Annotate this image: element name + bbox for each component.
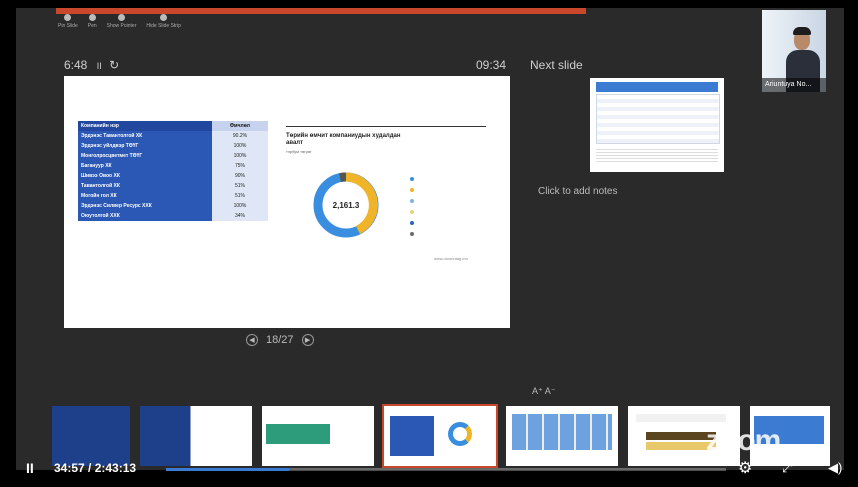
presenter-hair bbox=[793, 27, 811, 35]
participant-name: Ariuntuya No... bbox=[762, 78, 826, 92]
progress-bar[interactable] bbox=[166, 468, 726, 471]
previous-slide-button[interactable]: ◀ bbox=[246, 334, 258, 346]
webcam-tile: Ariuntuya No... bbox=[762, 10, 826, 92]
speaker-notes[interactable]: Click to add notes bbox=[538, 186, 618, 197]
thumb-banner bbox=[266, 424, 330, 444]
table-cell: 75% bbox=[212, 161, 268, 171]
table-row: Эрдэнэс Силвер Ресурс ХХК 100% bbox=[78, 201, 268, 211]
table-cell: 34% bbox=[212, 211, 268, 221]
table-cell: 90.2% bbox=[212, 131, 268, 141]
company-table: Компанийн нэр Өмчлөл Эрдэнэс Тавантолгой… bbox=[78, 121, 268, 221]
legend-item bbox=[410, 217, 414, 228]
elapsed-time: 6:48 bbox=[64, 58, 88, 72]
text-size-controls[interactable]: A⁺ A⁻ bbox=[532, 386, 556, 397]
volume-icon[interactable]: ◀) bbox=[828, 460, 842, 476]
table-cell: 51% bbox=[212, 181, 268, 191]
clock: 09:34 bbox=[476, 58, 507, 72]
legend-item bbox=[410, 228, 414, 239]
legend-item bbox=[410, 173, 414, 184]
thumb-table bbox=[512, 414, 612, 450]
preview-table bbox=[596, 94, 720, 144]
table-cell: Шивээ Овоо ХК bbox=[78, 171, 212, 181]
table-cell: Тавантолгой ХК bbox=[78, 181, 212, 191]
preview-title-band bbox=[596, 82, 718, 92]
video-frame: Pin Slide Pen Show Pointer Hide Slide St… bbox=[0, 0, 858, 487]
slide-navigation: ◀ 18/27 ▶ bbox=[246, 334, 314, 346]
table-cell: 100% bbox=[212, 151, 268, 161]
slide-counter: 18/27 bbox=[266, 334, 294, 346]
pen-button[interactable]: Pen bbox=[88, 14, 97, 29]
table-cell: Эрдэнэс Тавантолгой ХК bbox=[78, 131, 212, 141]
table-cell: 100% bbox=[212, 141, 268, 151]
legend-item bbox=[410, 184, 414, 195]
donut-segment-dark bbox=[339, 172, 347, 183]
table-row: Могойн гол ХК 51% bbox=[78, 191, 268, 201]
table-cell: Оюутолгой ХХК bbox=[78, 211, 212, 221]
table-header-cell: Өмчлөл bbox=[212, 121, 268, 131]
donut-chart-panel: Төрийн өмчит компаниудын худалдан авалт … bbox=[286, 126, 486, 267]
table-row: Монголросцветмет ТӨҮГ 100% bbox=[78, 151, 268, 161]
table-cell: Монголросцветмет ТӨҮГ bbox=[78, 151, 212, 161]
timer-pause-icon[interactable]: II bbox=[97, 61, 102, 71]
progress-fill bbox=[166, 468, 290, 471]
table-cell: Эрдэнэс уйлдвэр ТӨҮГ bbox=[78, 141, 212, 151]
next-slide-label: Next slide bbox=[530, 58, 583, 72]
video-controls: II 34:57 / 2:43:13 ⚙ ⤢ ◀) bbox=[0, 454, 858, 487]
pin-icon bbox=[64, 14, 72, 21]
zoom-watermark: zoom bbox=[706, 424, 781, 457]
table-cell: Могойн гол ХК bbox=[78, 191, 212, 201]
thumb-header bbox=[636, 414, 726, 422]
thumb-donut bbox=[448, 422, 472, 446]
presenter-toolbar: Pin Slide Pen Show Pointer Hide Slide St… bbox=[58, 14, 181, 29]
table-cell: 51% bbox=[212, 191, 268, 201]
settings-gear-icon[interactable]: ⚙ bbox=[738, 458, 752, 478]
donut-chart: 2,161.3 bbox=[313, 172, 379, 238]
next-slide-preview[interactable] bbox=[590, 78, 724, 172]
legend-item bbox=[410, 206, 414, 217]
elapsed-timer: 6:48 II ↻ bbox=[64, 58, 119, 72]
preview-footnote bbox=[596, 148, 718, 162]
pin-slide-button[interactable]: Pin Slide bbox=[58, 14, 78, 29]
table-row: Эрдэнэс уйлдвэр ТӨҮГ 100% bbox=[78, 141, 268, 151]
table-row: Тавантолгой ХК 51% bbox=[78, 181, 268, 191]
legend-item bbox=[410, 195, 414, 206]
current-slide: Компанийн нэр Өмчлөл Эрдэнэс Тавантолгой… bbox=[64, 76, 510, 328]
thumb-table bbox=[390, 416, 434, 456]
table-cell: Эрдэнэс Силвер Ресурс ХХК bbox=[78, 201, 212, 211]
donut-center-value: 2,161.3 bbox=[333, 201, 360, 210]
fullscreen-icon[interactable]: ⤢ bbox=[782, 460, 792, 476]
table-row: Эрдэнэс Тавантолгой ХК 90.2% bbox=[78, 131, 268, 141]
table-cell: 90% bbox=[212, 171, 268, 181]
table-row: Багануур ХК 75% bbox=[78, 161, 268, 171]
table-cell: Багануур ХК bbox=[78, 161, 212, 171]
chart-legend bbox=[410, 173, 414, 239]
table-header-cell: Компанийн нэр bbox=[78, 121, 212, 131]
pointer-icon bbox=[118, 14, 126, 21]
show-pointer-button[interactable]: Show Pointer bbox=[107, 14, 136, 29]
table-row: Шивээ Овоо ХК 90% bbox=[78, 171, 268, 181]
playback-time: 34:57 / 2:43:13 bbox=[54, 461, 137, 475]
chart-subtitle: тэрбум төгрөг bbox=[286, 149, 312, 154]
hide-slide-strip-button[interactable]: Hide Slide Strip bbox=[146, 14, 181, 29]
chart-title: Төрийн өмчит компаниудын худалдан авалт bbox=[286, 133, 401, 146]
slide-footer: www.olonnutag.mn bbox=[434, 256, 468, 261]
table-cell: 100% bbox=[212, 201, 268, 211]
pen-icon bbox=[88, 14, 96, 21]
timer-restart-icon[interactable]: ↻ bbox=[109, 58, 119, 72]
table-row: Оюутолгой ХХК 34% bbox=[78, 211, 268, 221]
next-slide-button[interactable]: ▶ bbox=[301, 334, 314, 346]
pause-button[interactable]: II bbox=[26, 460, 34, 476]
table-header-row: Компанийн нэр Өмчлөл bbox=[78, 121, 268, 131]
strip-icon bbox=[160, 14, 168, 21]
